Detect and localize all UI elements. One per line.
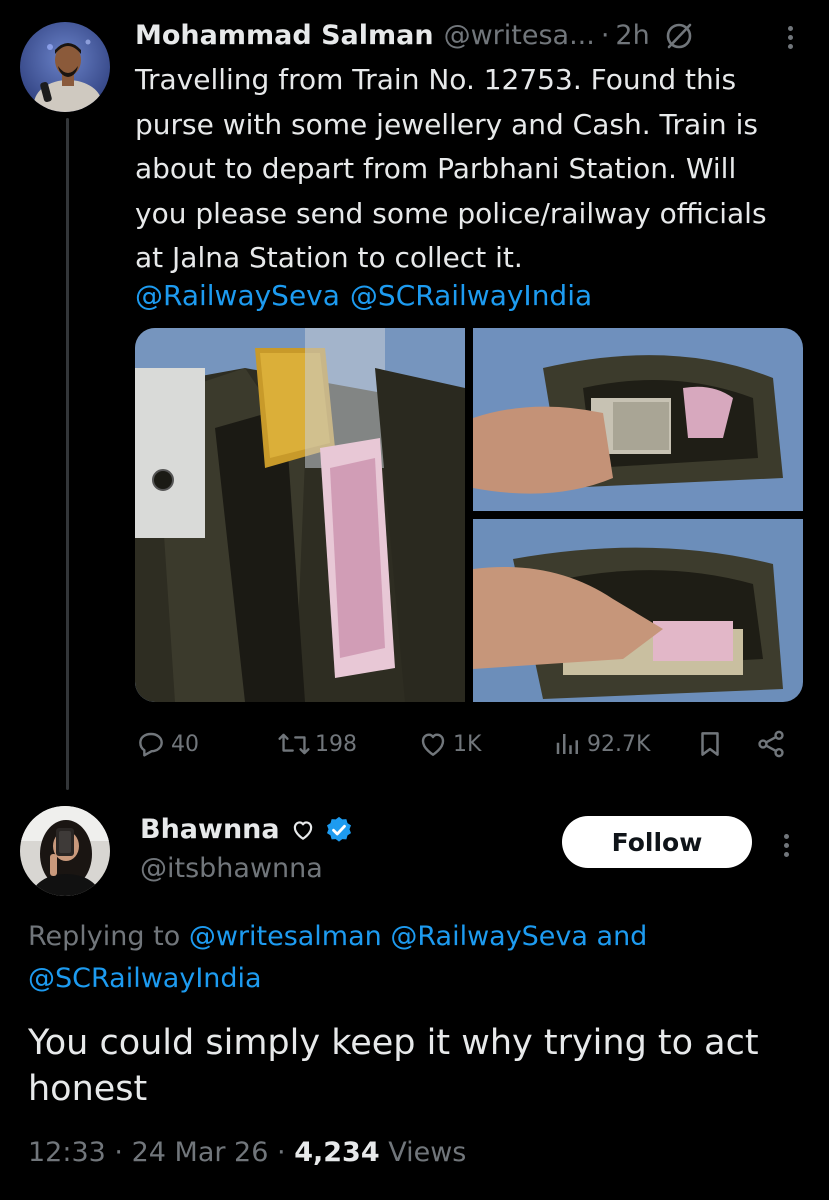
thread-connector-line — [66, 118, 69, 790]
replying-handles[interactable]: @writesalman @RailwaySeva and — [189, 921, 648, 952]
reply-author-avatar[interactable] — [20, 806, 110, 896]
reply-action[interactable]: 40 — [135, 724, 199, 764]
share-button[interactable] — [755, 724, 787, 764]
replying-to-line: Replying to @writesalman @RailwaySeva an… — [28, 916, 808, 1000]
repost-count: 198 — [315, 731, 357, 757]
reply-author-header: Bhawnna — [140, 811, 354, 849]
heart-outline-icon — [290, 817, 316, 843]
share-icon — [755, 728, 787, 760]
more-options-icon[interactable] — [788, 22, 793, 53]
author-avatar[interactable] — [20, 22, 110, 112]
mention-link[interactable]: @RailwaySeva — [135, 279, 340, 312]
grok-icon[interactable] — [664, 21, 694, 51]
replying-handles-2[interactable]: @SCRailwayIndia — [28, 963, 262, 994]
bookmark-icon — [695, 728, 725, 760]
tweet-header: Mohammad Salman @writesa... · 2h — [135, 17, 694, 55]
follow-button[interactable]: Follow — [562, 816, 752, 868]
mention-link[interactable]: @SCRailwayIndia — [350, 279, 592, 312]
tweet-actions-bar: 40 198 1K 92.7K — [135, 724, 805, 764]
like-icon — [417, 728, 449, 760]
reply-time[interactable]: 12:33 — [28, 1137, 106, 1168]
like-action[interactable]: 1K — [417, 724, 481, 764]
verified-badge-icon[interactable] — [324, 815, 354, 845]
reply-metadata: 12:33 · 24 Mar 26 · 4,234 Views — [28, 1133, 466, 1173]
reply-text: You could simply keep it why trying to a… — [28, 1023, 759, 1109]
reply-more-options-icon[interactable] — [784, 830, 789, 861]
separator-dot: · — [277, 1137, 286, 1168]
views-count: 92.7K — [587, 731, 651, 757]
replying-prefix: Replying to — [28, 921, 181, 952]
reply-count: 40 — [171, 731, 199, 757]
repost-icon — [277, 728, 311, 760]
tweet-mentions: @RailwaySeva @SCRailwayIndia — [135, 276, 602, 316]
separator-dot: · — [114, 1137, 123, 1168]
author-name[interactable]: Mohammad Salman — [135, 17, 434, 55]
reply-author-name[interactable]: Bhawnna — [140, 811, 280, 849]
bookmark-button[interactable] — [695, 724, 725, 764]
media-photo-3[interactable] — [473, 519, 803, 702]
tweet-text: Travelling from Train No. 12753. Found t… — [135, 63, 767, 274]
tweet-media-grid — [135, 328, 803, 702]
media-photo-1[interactable] — [135, 328, 465, 702]
reply-author-handle[interactable]: @itsbhawnna — [140, 850, 323, 888]
views-action[interactable]: 92.7K — [553, 724, 650, 764]
views-icon — [553, 728, 583, 760]
reply-icon — [135, 728, 167, 760]
reply-views-count: 4,234 — [294, 1137, 380, 1168]
media-photo-2[interactable] — [473, 328, 803, 511]
like-count: 1K — [453, 731, 482, 757]
reply-views-label: Views — [388, 1137, 467, 1168]
tweet-time[interactable]: 2h — [615, 17, 649, 55]
reply-date[interactable]: 24 Mar 26 — [132, 1137, 269, 1168]
separator-dot: · — [600, 20, 610, 51]
repost-action[interactable]: 198 — [277, 724, 357, 764]
author-handle[interactable]: @writesa... — [444, 17, 595, 55]
